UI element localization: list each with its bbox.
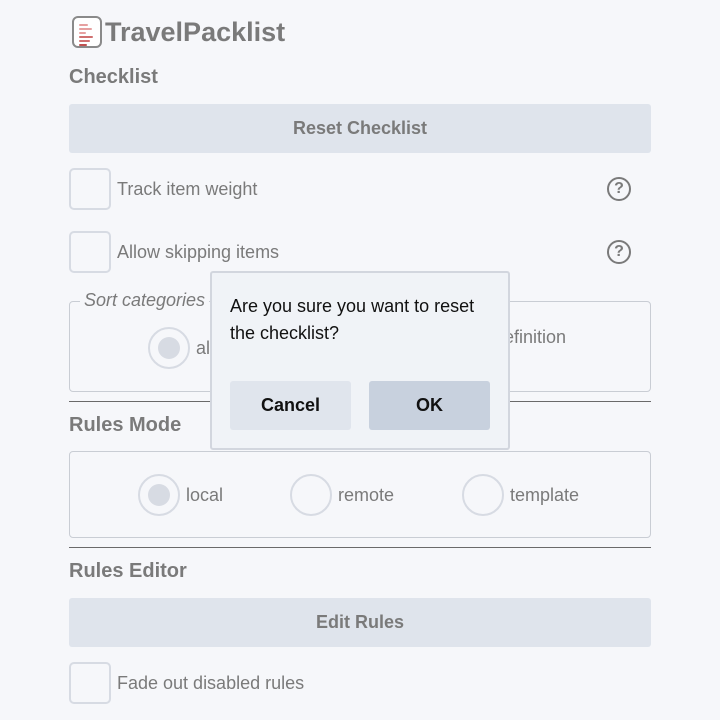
checklist-document-icon <box>72 16 102 48</box>
rules-mode-fieldset: local remote template <box>69 451 651 538</box>
rules-mode-remote-label: remote <box>338 484 395 505</box>
checklist-section-title: Checklist <box>69 66 158 88</box>
sort-alphabetical-radio[interactable] <box>148 327 190 369</box>
rules-mode-template-radio[interactable] <box>462 474 504 516</box>
dialog-message: Are you sure you want to reset the check… <box>230 296 475 343</box>
rules-mode-option-remote[interactable]: remote <box>290 474 394 516</box>
fade-out-disabled-rules-label: Fade out disabled rules <box>117 672 305 693</box>
fade-out-disabled-rules-checkbox[interactable] <box>69 662 111 704</box>
rules-mode-section-title: Rules Mode <box>69 414 182 436</box>
sort-categories-legend: Sort categories <box>80 290 210 311</box>
rules-mode-local-label: local <box>186 484 224 505</box>
fade-out-disabled-rules-row: Fade out disabled rules <box>69 662 651 704</box>
sort-alphabetical-label: al <box>196 337 211 358</box>
reset-checklist-button[interactable]: Reset Checklist <box>69 104 651 153</box>
cancel-button[interactable]: Cancel <box>230 381 351 430</box>
rules-mode-local-radio[interactable] <box>138 474 180 516</box>
sort-definition-label: efinition <box>504 327 567 347</box>
ok-button[interactable]: OK <box>369 381 490 430</box>
help-icon[interactable]: ? <box>607 177 631 201</box>
allow-skipping-items-checkbox[interactable] <box>69 231 111 273</box>
rules-mode-remote-radio[interactable] <box>290 474 332 516</box>
rules-mode-option-local[interactable]: local <box>138 474 223 516</box>
allow-skipping-items-row: Allow skipping items ? <box>69 231 651 273</box>
rules-mode-template-label: template <box>510 484 580 505</box>
sort-option-alphabetical[interactable]: al <box>148 327 210 369</box>
edit-rules-button[interactable]: Edit Rules <box>69 598 651 647</box>
track-item-weight-checkbox[interactable] <box>69 168 111 210</box>
allow-skipping-items-label: Allow skipping items <box>117 241 280 262</box>
rules-editor-section-title: Rules Editor <box>69 560 187 582</box>
help-icon[interactable]: ? <box>607 240 631 264</box>
rules-mode-option-template[interactable]: template <box>462 474 579 516</box>
track-item-weight-label: Track item weight <box>117 178 258 199</box>
track-item-weight-row: Track item weight ? <box>69 168 651 210</box>
app-title: TravelPacklist <box>105 16 286 47</box>
reset-confirm-dialog: Are you sure you want to reset the check… <box>210 271 510 450</box>
section-divider <box>69 547 651 548</box>
app-header: TravelPacklist <box>72 14 285 50</box>
